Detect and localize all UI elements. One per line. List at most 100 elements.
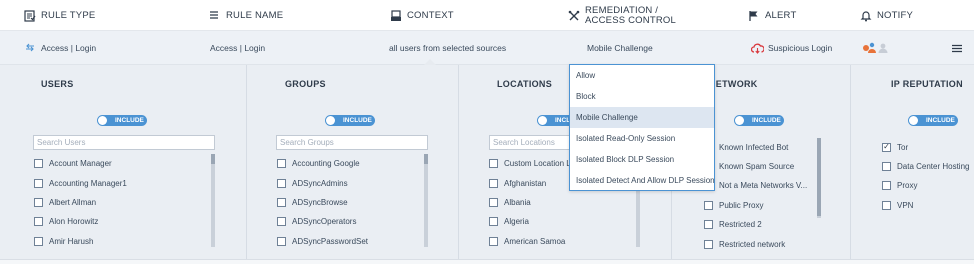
header-notify: NOTIFY xyxy=(860,0,913,31)
list-item[interactable]: American Samoa xyxy=(489,235,565,247)
list-item[interactable]: Algeria xyxy=(489,215,529,227)
list-item[interactable]: ADSyncOperators xyxy=(277,215,356,227)
list-item[interactable]: Custom Location L xyxy=(489,157,571,169)
users-include-toggle[interactable]: INCLUDE xyxy=(97,115,147,126)
checkbox[interactable] xyxy=(277,216,286,226)
groups-title: GROUPS xyxy=(285,79,326,89)
list-item-label: Alon Horowitz xyxy=(49,216,99,226)
checkbox[interactable] xyxy=(34,216,43,226)
network-scrollbar[interactable] xyxy=(817,138,821,218)
list-item[interactable]: Known Infected Bot xyxy=(704,141,788,153)
scrollbar-thumb[interactable] xyxy=(817,138,821,216)
list-item-label: ADSyncOperators xyxy=(292,216,357,226)
list-item[interactable]: Amir Harush xyxy=(34,235,93,247)
checkbox[interactable] xyxy=(489,178,498,188)
list-icon xyxy=(209,10,221,22)
list-item[interactable]: Restricted network xyxy=(704,238,785,250)
scrollbar-thumb[interactable] xyxy=(424,154,428,164)
checkbox[interactable] xyxy=(704,219,713,229)
dropdown-option-allow[interactable]: Allow xyxy=(570,65,714,86)
list-item[interactable]: Albania xyxy=(489,196,531,208)
toggle-knob xyxy=(735,116,744,125)
checkbox[interactable] xyxy=(34,178,43,188)
checkbox[interactable] xyxy=(489,216,498,226)
rule-type-icon xyxy=(24,9,36,22)
dropdown-option-isolated-block-dlp[interactable]: Isolated Block DLP Session xyxy=(570,149,714,170)
checkbox[interactable] xyxy=(34,197,43,207)
groups-include-toggle[interactable]: INCLUDE xyxy=(325,115,375,126)
network-include-toggle[interactable]: INCLUDE xyxy=(734,115,784,126)
rule-remediation-cell[interactable]: Mobile Challenge xyxy=(587,31,653,65)
list-item[interactable]: ADSyncPasswordSet xyxy=(277,235,368,247)
list-item[interactable]: Known Spam Source xyxy=(704,160,794,172)
list-item[interactable]: ADSyncAdmins xyxy=(277,177,348,189)
flag-icon xyxy=(748,10,760,22)
rule-remediation-value: Mobile Challenge xyxy=(587,43,653,53)
search-groups-input[interactable] xyxy=(276,135,428,150)
list-item[interactable]: VPN xyxy=(882,199,913,211)
list-item[interactable]: ADSyncBrowse xyxy=(277,196,348,208)
checkbox[interactable] xyxy=(489,197,498,207)
checkbox[interactable] xyxy=(34,158,43,168)
list-item[interactable]: Alon Horowitz xyxy=(34,215,98,227)
rule-alert-cell[interactable]: Suspicious Login xyxy=(750,31,833,65)
checkbox[interactable] xyxy=(704,239,713,249)
list-item[interactable]: Not a Meta Networks V... xyxy=(704,179,807,191)
list-item[interactable]: Public Proxy xyxy=(704,199,763,211)
checkbox[interactable] xyxy=(704,200,713,210)
dropdown-option-isolated-read-only[interactable]: Isolated Read-Only Session xyxy=(570,128,714,149)
checkbox[interactable] xyxy=(489,158,498,168)
list-item[interactable]: Accounting Manager1 xyxy=(34,177,127,189)
list-item[interactable]: Albert Allman xyxy=(34,196,96,208)
rule-type-cell[interactable]: Access | Login xyxy=(25,31,96,65)
list-item-label: VPN xyxy=(897,200,914,210)
ip-reputation-column: IP REPUTATION INCLUDE ✓ Tor Data Center H… xyxy=(851,65,974,260)
list-item[interactable]: ✓ Tor xyxy=(882,141,908,153)
list-item[interactable]: Accounting Google xyxy=(277,157,360,169)
groups-scrollbar[interactable] xyxy=(424,154,428,247)
list-item[interactable]: Restricted 2 xyxy=(704,218,762,230)
list-item[interactable]: Afghanistan xyxy=(489,177,546,189)
header-remediation-line2: ACCESS CONTROL xyxy=(585,14,676,26)
list-item[interactable]: Account Manager xyxy=(34,157,112,169)
remediation-dropdown[interactable]: Allow Block Mobile Challenge Isolated Re… xyxy=(569,64,715,191)
header-notify-label: NOTIFY xyxy=(877,10,914,21)
rule-context-cell[interactable]: all users from selected sources xyxy=(389,31,506,65)
checkbox[interactable] xyxy=(277,236,286,246)
rule-menu-button[interactable] xyxy=(952,31,962,65)
search-users-input[interactable] xyxy=(33,135,215,150)
context-icon xyxy=(390,9,402,22)
scrollbar-thumb[interactable] xyxy=(211,154,215,164)
checkbox[interactable] xyxy=(277,158,286,168)
checkbox[interactable] xyxy=(489,236,498,246)
dropdown-option-block[interactable]: Block xyxy=(570,86,714,107)
checkbox[interactable] xyxy=(277,197,286,207)
rule-type-arrows-icon xyxy=(25,43,35,53)
hamburger-menu-icon[interactable] xyxy=(952,44,962,53)
list-item-label: Public Proxy xyxy=(719,200,764,210)
list-item-label: Algeria xyxy=(504,216,529,226)
ip-reputation-include-toggle[interactable]: INCLUDE xyxy=(908,115,958,126)
rule-notify-cell[interactable] xyxy=(862,31,890,65)
checkbox[interactable] xyxy=(882,200,891,210)
rule-name-cell[interactable]: Access | Login xyxy=(210,31,265,65)
list-item-label: Accounting Google xyxy=(292,158,360,168)
checkbox[interactable] xyxy=(34,236,43,246)
dropdown-option-mobile-challenge[interactable]: Mobile Challenge xyxy=(570,107,714,128)
list-item-label: Data Center Hosting xyxy=(897,161,970,171)
list-item[interactable]: Data Center Hosting xyxy=(882,160,969,172)
rule-row[interactable]: Access | Login Access | Login all users … xyxy=(0,31,974,65)
checkbox-checked[interactable]: ✓ xyxy=(882,142,891,152)
list-item[interactable]: Proxy xyxy=(882,179,917,191)
dropdown-option-isolated-detect-allow-dlp[interactable]: Isolated Detect And Allow DLP Session xyxy=(570,170,715,191)
list-item-label: Known Spam Source xyxy=(719,161,795,171)
checkbox[interactable] xyxy=(277,178,286,188)
header-context-label: CONTEXT xyxy=(407,10,454,21)
toggle-knob xyxy=(326,116,335,125)
users-scrollbar[interactable] xyxy=(211,154,215,247)
rule-type-value: Access | Login xyxy=(41,43,97,53)
rule-alert-value: Suspicious Login xyxy=(768,43,833,53)
bell-icon xyxy=(860,10,872,22)
checkbox[interactable] xyxy=(882,180,891,190)
checkbox[interactable] xyxy=(882,161,891,171)
